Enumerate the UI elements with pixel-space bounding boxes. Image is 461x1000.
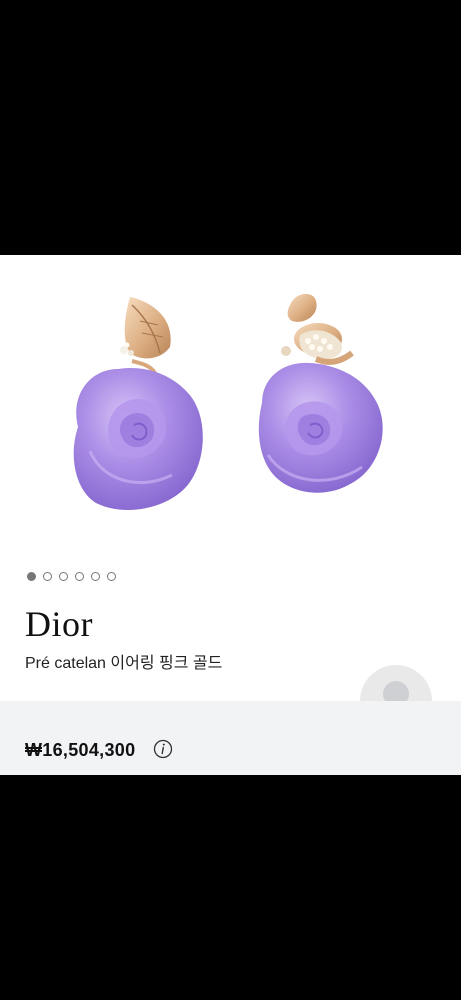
pagination-dot[interactable] (27, 572, 36, 581)
product-title: Pré catelan 이어링 핑크 골드 (25, 655, 223, 672)
right-earring (258, 293, 383, 493)
pagination-dot[interactable] (107, 572, 116, 581)
product-card: Dior Pré catelan 이어링 핑크 골드 ₩16,504,300 (0, 255, 461, 775)
screen: Dior Pré catelan 이어링 핑크 골드 ₩16,504,300 (0, 0, 461, 1000)
image-pagination (27, 572, 116, 581)
product-image[interactable] (0, 255, 461, 555)
pagination-dot[interactable] (43, 572, 52, 581)
pagination-dot[interactable] (91, 572, 100, 581)
brand-name[interactable]: Dior (25, 603, 93, 645)
price-bar: ₩16,504,300 (0, 701, 461, 775)
left-earring (73, 297, 203, 510)
info-icon[interactable] (153, 739, 173, 759)
price: ₩16,504,300 (25, 740, 136, 760)
pagination-dot[interactable] (75, 572, 84, 581)
pagination-dot[interactable] (59, 572, 68, 581)
